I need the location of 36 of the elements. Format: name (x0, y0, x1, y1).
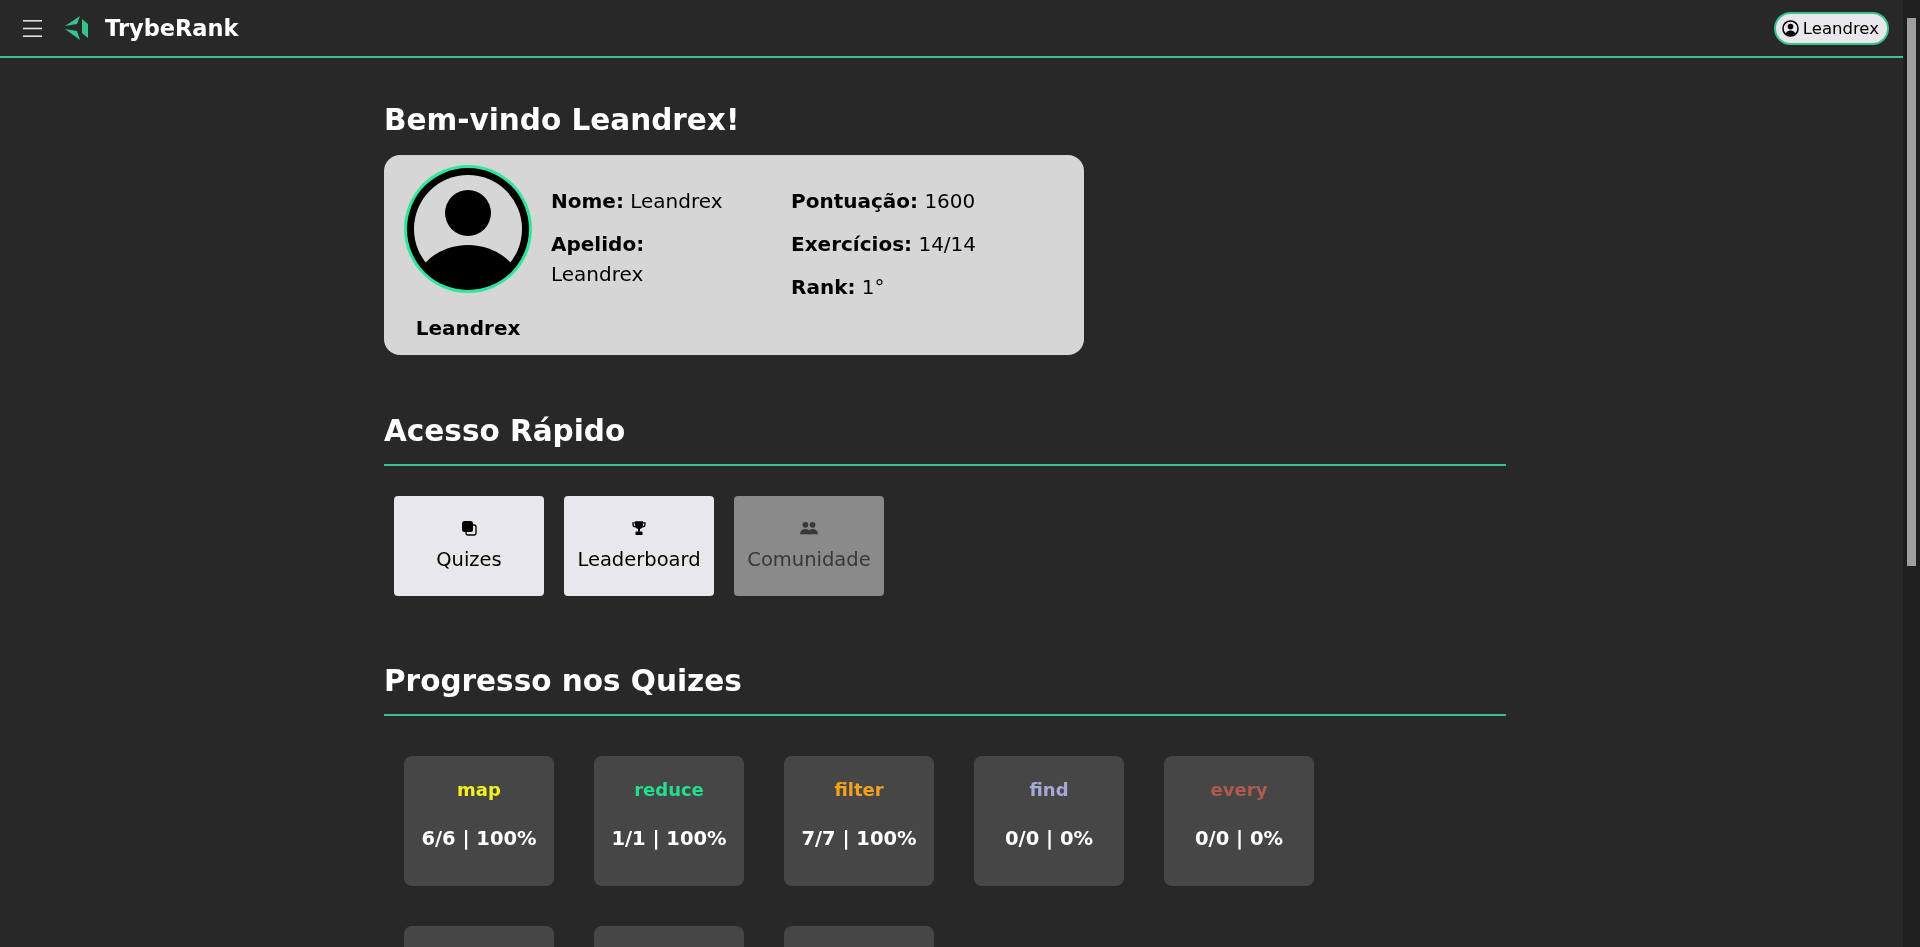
user-circle-icon (1781, 20, 1799, 37)
quiz-name: find (1029, 778, 1069, 802)
profile-field: Rank: 1° (791, 272, 885, 302)
logo-icon[interactable] (65, 16, 89, 40)
welcome-heading: Bem-vindo Leandrex! (384, 102, 740, 138)
trophy-icon (631, 520, 647, 536)
quiz-name: filter (834, 778, 884, 802)
quiz-name: reduce (634, 778, 704, 802)
quiz-score: 6/6 | 100% (421, 827, 537, 851)
people-icon (800, 520, 818, 536)
quiz-score: 0/0 | 0% (1194, 827, 1284, 851)
quiz-card[interactable]: reduce 1/1 | 100% (594, 756, 744, 886)
brand-name[interactable]: TrybeRank (105, 15, 239, 41)
quiz-card[interactable]: every 0/0 | 0% (1164, 756, 1314, 886)
scrollbar-thumb[interactable] (1907, 18, 1916, 566)
profile-field: Nome: Leandrex (551, 186, 723, 216)
quiz-score: 1/1 | 100% (611, 827, 727, 851)
user-menu-button[interactable]: Leandrex (1773, 12, 1889, 45)
profile-field: Apelido: Leandrex (551, 229, 731, 289)
quiz-name: map (457, 778, 501, 802)
quiz-score: 7/7 | 100% (801, 827, 917, 851)
avatar-icon (404, 165, 532, 293)
quiz-name: every (1210, 778, 1268, 802)
section-heading: Acesso Rápido (384, 413, 626, 449)
quick-access-button[interactable]: Quizes (394, 496, 544, 596)
stacked-squares-icon (461, 520, 477, 536)
quiz-card[interactable]: find 0/0 | 0% (974, 756, 1124, 886)
quiz-card[interactable]: map 6/6 | 100% (404, 756, 554, 886)
quick-access-button[interactable]: Leaderboard (564, 496, 714, 596)
profile-field: Pontuação: 1600 (791, 186, 976, 216)
section-heading: Progresso nos Quizes (384, 663, 742, 699)
menu-icon[interactable] (23, 19, 42, 37)
quiz-card[interactable]: filter 7/7 | 100% (784, 756, 934, 886)
profile-field: Exercícios: 14/14 (791, 229, 977, 259)
quiz-score: 0/0 | 0% (1004, 827, 1094, 851)
profile-name: Leandrex (415, 316, 521, 340)
